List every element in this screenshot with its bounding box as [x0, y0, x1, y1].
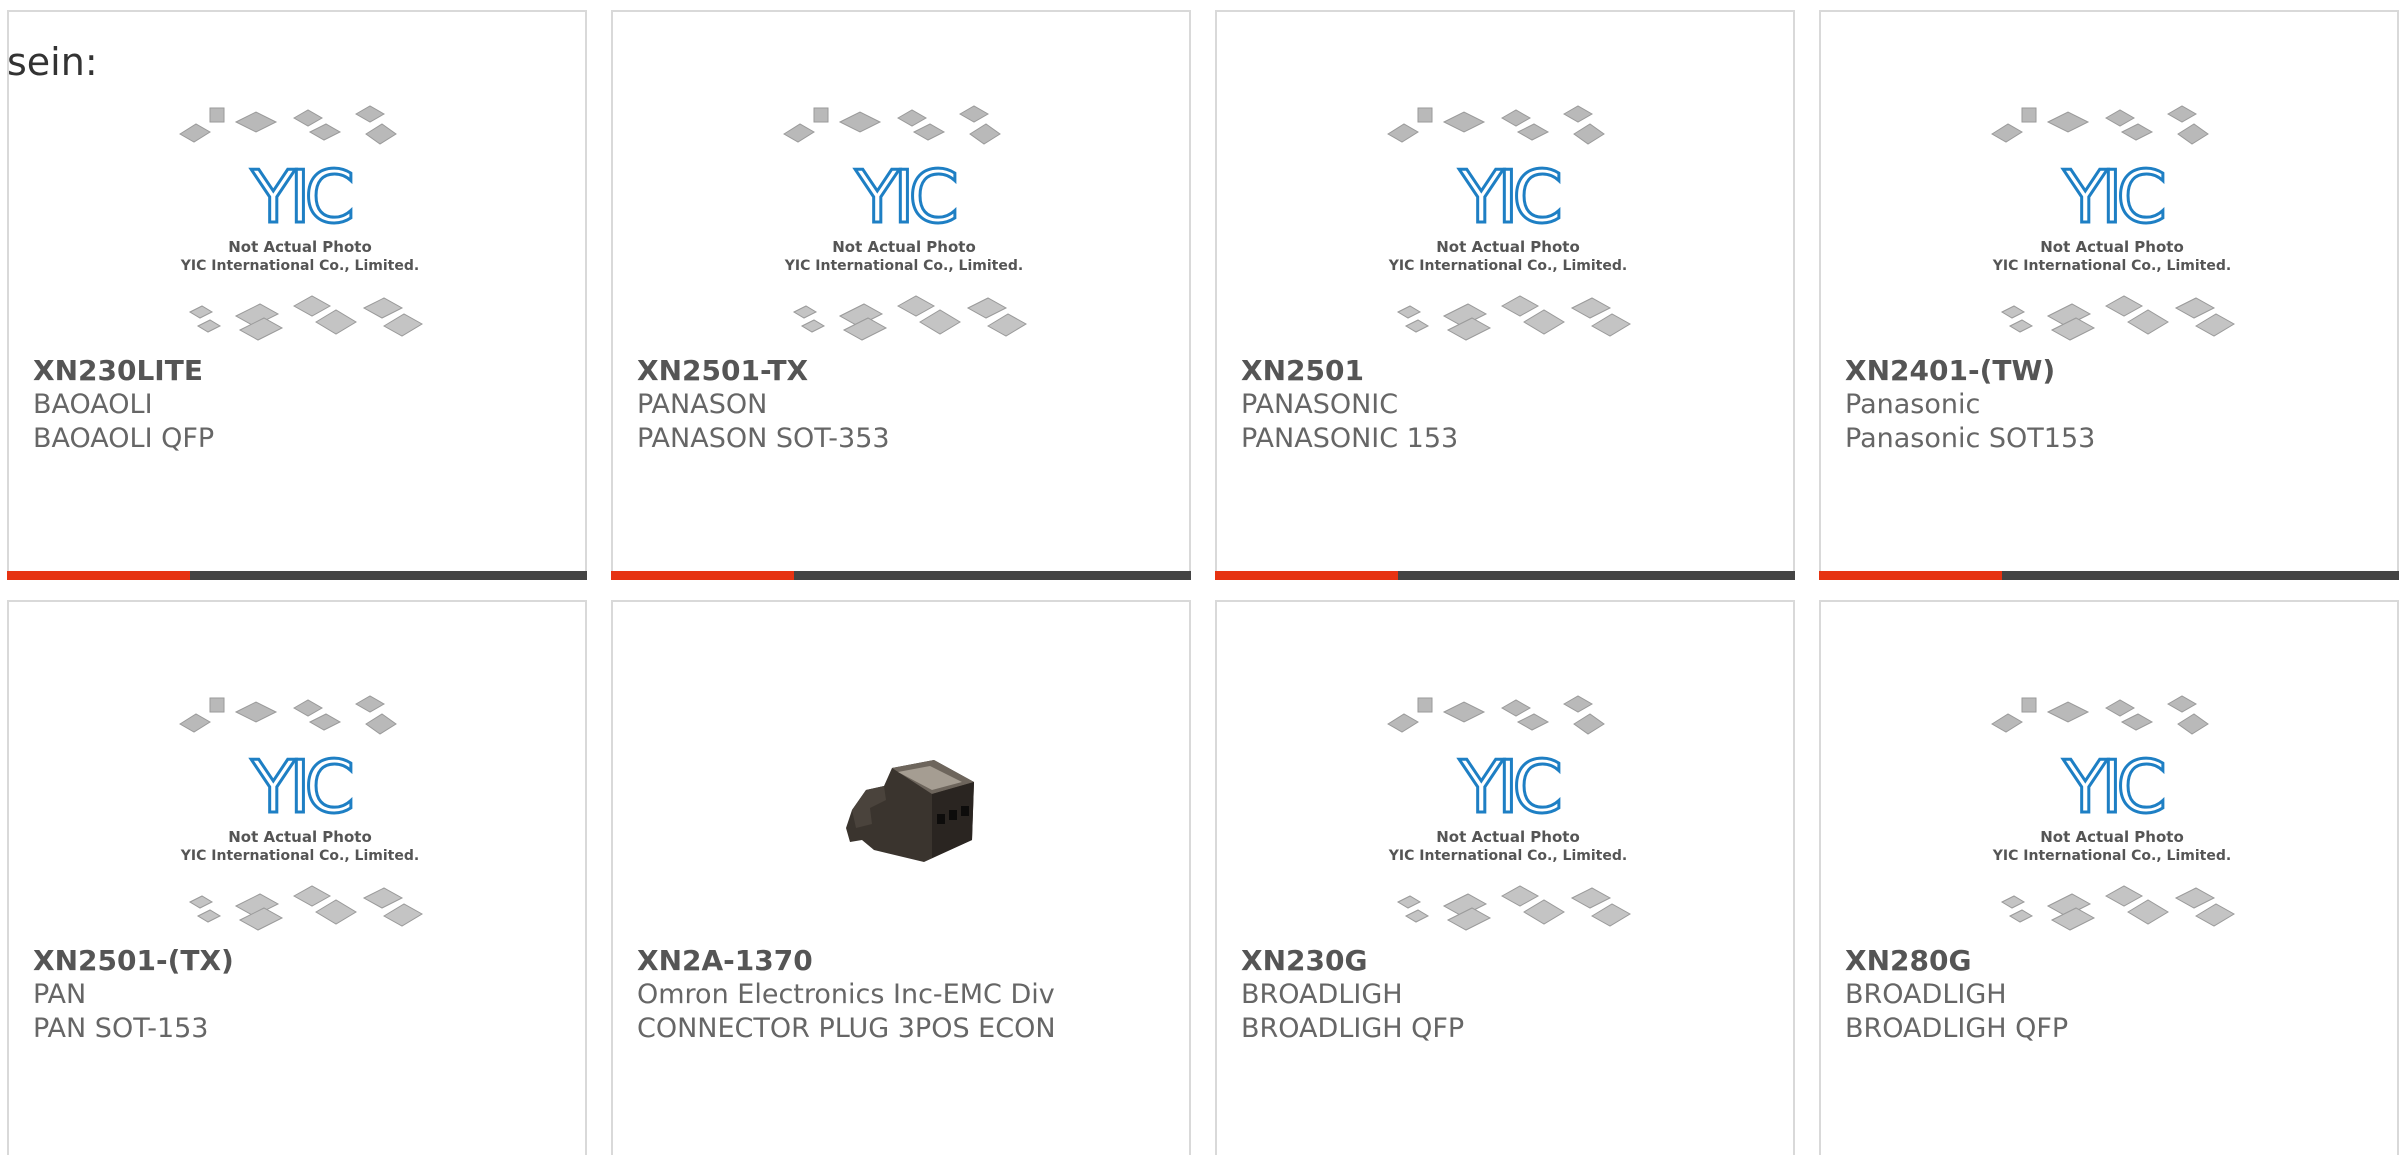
description: BROADLIGH QFP [1241, 1013, 1465, 1044]
manufacturer: BROADLIGH [1241, 979, 1403, 1010]
product-card[interactable]: YIC Not Actual Photo YIC International Co.… [1819, 600, 2399, 1155]
part-number[interactable]: XN280G [1845, 944, 2387, 978]
placeholder-caption: Not Actual Photo [1436, 828, 1580, 846]
yic-logo: YIC [2062, 745, 2163, 829]
placeholder-caption: YIC International Co., Limited. [180, 848, 419, 864]
product-grid-page: sein: YIC Not Actual Photo YIC Internation… [0, 0, 2400, 1155]
placeholder-caption: YIC International Co., Limited. [1388, 848, 1627, 864]
product-card[interactable]: YIC Not Actual Photo YIC International Co.… [611, 10, 1191, 580]
product-card[interactable]: XN2A-1370 Omron Electronics Inc-EMC Div … [611, 600, 1191, 1155]
placeholder-caption: Not Actual Photo [2040, 238, 2184, 256]
part-number[interactable]: XN2501 [1241, 354, 1783, 388]
description: CONNECTOR PLUG 3POS ECON [637, 1013, 1056, 1044]
part-number[interactable]: XN2A-1370 [637, 944, 1179, 978]
placeholder-caption: YIC International Co., Limited. [1992, 258, 2231, 274]
yic-logo: YIC [854, 155, 955, 239]
placeholder-caption: YIC International Co., Limited. [180, 258, 419, 274]
manufacturer: Omron Electronics Inc-EMC Div [637, 979, 1055, 1010]
manufacturer: PAN [33, 979, 87, 1010]
card-bottom-bar [611, 571, 1191, 580]
manufacturer: Panasonic [1845, 389, 1981, 420]
product-card[interactable]: YIC Not Actual Photo YIC International Co.… [1215, 10, 1795, 580]
yic-logo: YIC [2062, 155, 2163, 239]
description: BROADLIGH QFP [1845, 1013, 2069, 1044]
part-number[interactable]: XN230LITE [33, 354, 575, 388]
placeholder-image: YICNot Actual Photo YIC International Co.… [179, 105, 423, 341]
card-bottom-bar [7, 571, 587, 580]
placeholder-caption: Not Actual Photo [228, 828, 372, 846]
description: PANASONIC 153 [1241, 423, 1459, 454]
connector-photo [804, 712, 1004, 912]
placeholder-caption: Not Actual Photo [2040, 828, 2184, 846]
part-number[interactable]: XN2501-(TX) [33, 944, 575, 978]
card-bottom-bar [1215, 571, 1795, 580]
product-card[interactable]: YIC Not Actual Photo YIC International Co.… [7, 10, 587, 580]
placeholder-caption: YIC International Co., Limited. [1992, 848, 2231, 864]
placeholder-image: YICNot Actual Photo YIC International Co.… [179, 695, 423, 931]
description: PANASON SOT-353 [637, 423, 890, 454]
product-card[interactable]: YIC Not Actual Photo YIC International Co.… [1819, 10, 2399, 580]
placeholder-caption: Not Actual Photo [1436, 238, 1580, 256]
yic-logo: YIC [250, 745, 351, 829]
yic-logo: YIC [1458, 155, 1559, 239]
product-card[interactable]: YIC Not Actual Photo YIC International Co.… [7, 600, 587, 1155]
part-number[interactable]: XN2501-TX [637, 354, 1179, 388]
part-number[interactable]: XN2401-(TW) [1845, 354, 2387, 388]
description: Panasonic SOT153 [1845, 423, 2096, 454]
yic-logo: YIC [1458, 745, 1559, 829]
placeholder-image: YICNot Actual Photo YIC International Co.… [1387, 695, 1631, 931]
placeholder-image: YICNot Actual Photo YIC International Co.… [1387, 105, 1631, 341]
manufacturer: PANASON [637, 389, 768, 420]
manufacturer: PANASONIC [1241, 389, 1399, 420]
yic-logo: YIC [250, 155, 351, 239]
manufacturer: BROADLIGH [1845, 979, 2007, 1010]
placeholder-image: YICNot Actual Photo YIC International Co.… [783, 105, 1027, 341]
placeholder-caption: Not Actual Photo [228, 238, 372, 256]
description: PAN SOT-153 [33, 1013, 209, 1044]
part-number[interactable]: XN230G [1241, 944, 1783, 978]
product-card[interactable]: YIC Not Actual Photo YIC International Co.… [1215, 600, 1795, 1155]
placeholder-caption: YIC International Co., Limited. [784, 258, 1023, 274]
placeholder-image: YICNot Actual Photo YIC International Co.… [1991, 695, 2235, 931]
intro-text: sein: [7, 40, 98, 84]
manufacturer: BAOAOLI [33, 389, 153, 420]
description: BAOAOLI QFP [33, 423, 215, 454]
placeholder-image: YICNot Actual Photo YIC International Co.… [1991, 105, 2235, 341]
card-bottom-bar [1819, 571, 2399, 580]
placeholder-caption: YIC International Co., Limited. [1388, 258, 1627, 274]
placeholder-caption: Not Actual Photo [832, 238, 976, 256]
